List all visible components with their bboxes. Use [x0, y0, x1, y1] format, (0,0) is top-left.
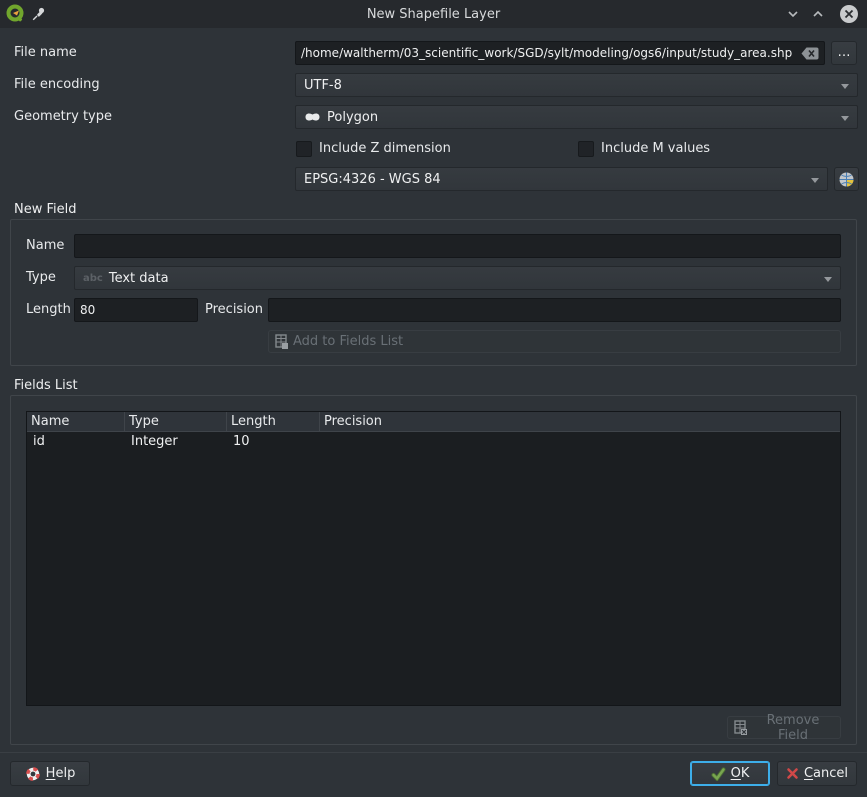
table-add-icon — [275, 334, 288, 349]
footer-divider — [0, 752, 867, 753]
crs-select[interactable]: EPSG:4326 - WGS 84 — [295, 167, 828, 191]
globe-crs-icon — [838, 171, 855, 188]
geometry-type-value: Polygon — [327, 110, 378, 125]
field-type-value: Text data — [109, 271, 169, 286]
remove-field-label: Remove Field — [752, 713, 834, 743]
titlebar: New Shapefile Layer — [0, 0, 867, 28]
pin-icon[interactable] — [31, 6, 47, 22]
field-precision-input[interactable] — [268, 298, 841, 322]
help-button[interactable]: Help — [10, 761, 90, 786]
geometry-type-label: Geometry type — [14, 105, 112, 129]
cell-precision — [320, 432, 840, 452]
fields-table: Name Type Length Precision id Integer 10 — [26, 411, 841, 706]
field-length-label: Length — [26, 298, 71, 322]
chevron-down-icon — [841, 116, 849, 121]
fields-list-group-title: Fields List — [14, 378, 78, 394]
crs-picker-button[interactable] — [834, 167, 859, 191]
polygon-icon — [304, 110, 321, 124]
cancel-x-icon — [786, 767, 799, 780]
file-encoding-label: File encoding — [14, 73, 100, 97]
table-delete-icon — [734, 720, 747, 735]
table-row[interactable]: id Integer 10 — [27, 432, 840, 452]
fields-table-header: Name Type Length Precision — [27, 412, 840, 432]
new-field-group-title: New Field — [14, 202, 77, 218]
chevron-down-icon — [811, 178, 819, 183]
field-type-label: Type — [26, 266, 56, 290]
geometry-type-select[interactable]: Polygon — [295, 105, 858, 129]
include-m-label: Include M values — [601, 141, 710, 157]
file-encoding-select[interactable]: UTF-8 — [295, 73, 858, 97]
cell-length: 10 — [227, 432, 320, 452]
cell-name: id — [27, 432, 125, 452]
field-precision-label: Precision — [205, 298, 263, 322]
field-type-select[interactable]: abc Text data — [74, 266, 841, 290]
field-length-value: 80 — [80, 303, 95, 317]
file-name-label: File name — [14, 41, 77, 65]
help-label: Help — [46, 766, 76, 781]
chevron-down-icon — [824, 277, 832, 282]
field-name-input[interactable] — [74, 234, 841, 258]
column-header-type: Type — [125, 412, 227, 432]
roll-down-icon[interactable] — [783, 4, 803, 24]
include-z-label: Include Z dimension — [319, 141, 451, 157]
field-length-input[interactable]: 80 — [74, 298, 198, 322]
ok-check-icon — [711, 767, 726, 781]
column-header-length: Length — [227, 412, 320, 432]
dialog-title: New Shapefile Layer — [0, 7, 867, 22]
qgis-logo-icon — [5, 4, 25, 24]
lifebuoy-icon — [25, 766, 41, 782]
browse-label: … — [838, 48, 851, 58]
abc-text-icon: abc — [83, 273, 103, 284]
file-name-value: /home/waltherm/03_scientific_work/SGD/sy… — [301, 46, 797, 60]
close-icon[interactable] — [839, 4, 859, 24]
chevron-down-icon — [841, 84, 849, 89]
field-name-label: Name — [26, 234, 64, 258]
clear-icon[interactable] — [801, 47, 819, 60]
ok-button[interactable]: OK — [690, 761, 770, 786]
add-to-fields-list-button[interactable]: Add to Fields List — [268, 330, 841, 353]
cell-type: Integer — [125, 432, 227, 452]
include-z-checkbox[interactable] — [296, 141, 312, 157]
column-header-precision: Precision — [320, 412, 840, 432]
file-name-input[interactable]: /home/waltherm/03_scientific_work/SGD/sy… — [295, 41, 825, 65]
new-shapefile-layer-dialog: New Shapefile Layer File name /home/walt… — [0, 0, 867, 797]
ok-label: OK — [731, 766, 750, 781]
browse-button[interactable]: … — [831, 41, 857, 65]
crs-value: EPSG:4326 - WGS 84 — [304, 172, 441, 187]
roll-up-icon[interactable] — [808, 4, 828, 24]
add-to-fields-list-label: Add to Fields List — [293, 334, 403, 349]
column-header-name: Name — [27, 412, 125, 432]
include-m-checkbox[interactable] — [578, 141, 594, 157]
remove-field-button[interactable]: Remove Field — [727, 716, 841, 739]
cancel-label: Cancel — [804, 766, 848, 781]
cancel-button[interactable]: Cancel — [777, 761, 857, 786]
file-encoding-value: UTF-8 — [304, 78, 342, 93]
